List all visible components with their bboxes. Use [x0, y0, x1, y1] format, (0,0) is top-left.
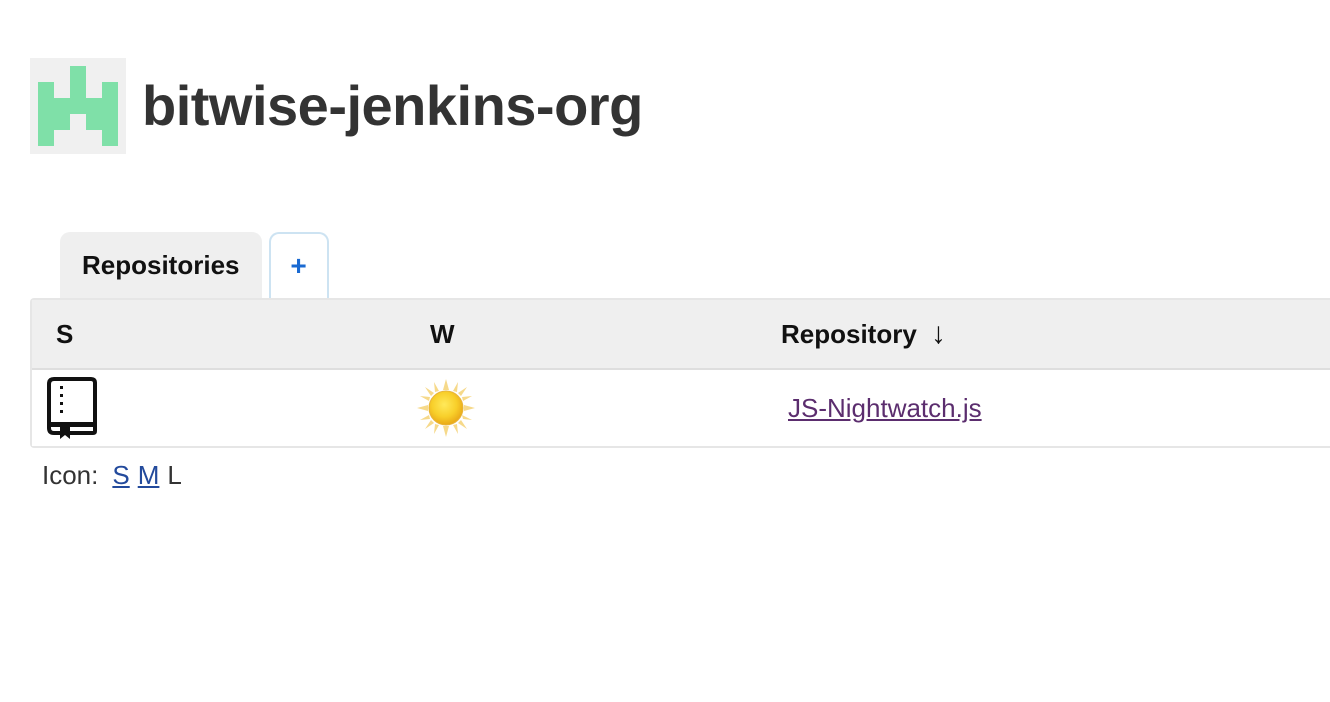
column-header-repository[interactable]: Repository ↓ [781, 300, 946, 368]
column-header-status[interactable]: S [56, 300, 73, 368]
page-title: bitwise-jenkins-org [142, 74, 643, 137]
repository-cell: JS-Nightwatch.js [788, 370, 982, 446]
column-header-repository-label: Repository [781, 318, 917, 349]
sunny-weather-icon [417, 379, 475, 437]
repository-book-icon [47, 377, 97, 439]
table-header: S W Repository ↓ [32, 300, 1330, 370]
icon-size-medium-link[interactable]: M [138, 460, 160, 491]
add-tab-button[interactable]: + [268, 232, 329, 298]
icon-size-selector: Icon: S M L [42, 460, 182, 491]
repository-link[interactable]: JS-Nightwatch.js [788, 393, 982, 424]
tab-repositories[interactable]: Repositories [60, 232, 262, 298]
column-header-weather[interactable]: W [430, 300, 455, 368]
sort-descending-icon: ↓ [930, 317, 946, 350]
icon-size-large-current: L [167, 460, 182, 490]
table-row: JS-Nightwatch.js [32, 370, 1330, 446]
tab-bar: Repositories + [60, 232, 329, 298]
icon-size-label: Icon: [42, 460, 99, 490]
page: bitwise-jenkins-org Repositories + S W R… [0, 0, 1330, 702]
projects-table: S W Repository ↓ JS-Nightwatch.js [30, 298, 1330, 448]
status-cell [46, 370, 98, 446]
org-header: bitwise-jenkins-org [30, 58, 643, 154]
weather-cell [415, 370, 477, 446]
icon-size-small-link[interactable]: S [112, 460, 129, 491]
avatar [30, 58, 126, 154]
